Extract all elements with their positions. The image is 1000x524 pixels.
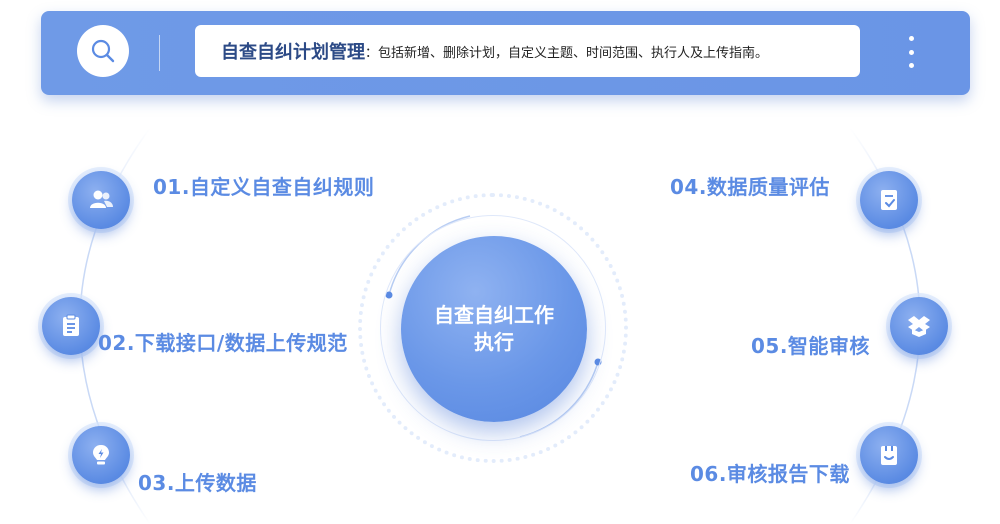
- step-04-label: 04.数据质量评估: [670, 175, 830, 199]
- users-icon: [90, 190, 113, 208]
- step-02-label: 02.下载接口/数据上传规范: [98, 331, 348, 355]
- report-icon: [881, 446, 897, 465]
- center-work-execution: 自查自纠工作 执行: [401, 236, 587, 422]
- step-03-label: 03.上传数据: [138, 471, 257, 495]
- step-03-node[interactable]: [72, 426, 130, 484]
- step-06-node[interactable]: [860, 426, 918, 484]
- lightbulb-icon: [93, 445, 109, 465]
- step-02-node[interactable]: [42, 297, 100, 355]
- step-04-node[interactable]: [860, 171, 918, 229]
- checklist-icon: [881, 190, 897, 210]
- step-01-node[interactable]: [72, 171, 130, 229]
- center-title-line2: 执行: [474, 330, 514, 354]
- box-icon: [908, 316, 930, 337]
- center-title-line1: 自查自纠工作: [434, 303, 554, 327]
- step-05-label: 05.智能审核: [751, 334, 870, 358]
- step-01-label: 01.自定义自查自纠规则: [153, 175, 375, 199]
- step-06-label: 06.审核报告下载: [690, 462, 850, 486]
- clipboard-icon: [63, 314, 79, 336]
- step-05-node[interactable]: [890, 297, 948, 355]
